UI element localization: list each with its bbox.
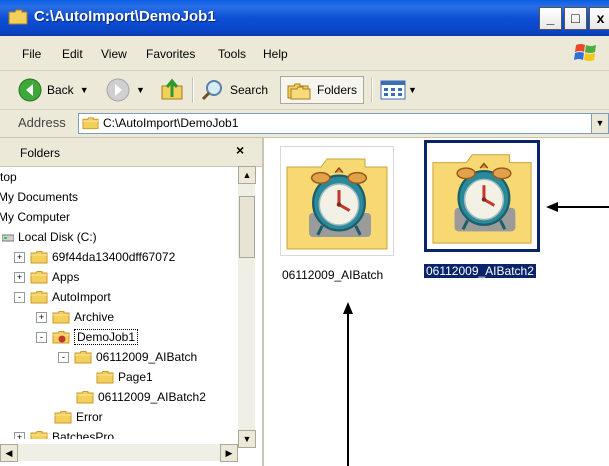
vertical-scrollbar[interactable]: ▲ ▼ — [238, 166, 256, 448]
window-title: C:\AutoImport\DemoJob1 — [34, 8, 216, 25]
collapse-icon[interactable]: - — [58, 351, 69, 363]
views-icon — [380, 80, 406, 100]
menu-bar: File Edit View Favorites Tools Help — [0, 36, 609, 71]
menu-favorites[interactable]: Favorites — [146, 47, 195, 61]
tree-item-apps[interactable]: + Apps — [14, 268, 79, 286]
scroll-right-icon[interactable]: ▶ — [220, 444, 238, 462]
folder-icon — [8, 9, 28, 25]
folder-icon — [30, 430, 48, 444]
forward-dropdown-icon[interactable]: ▼ — [136, 85, 145, 95]
folder-icon — [74, 350, 92, 364]
special-folder-icon — [52, 330, 70, 344]
windows-logo-icon — [574, 44, 596, 61]
expand-icon[interactable]: + — [14, 431, 25, 439]
folders-button[interactable]: Folders — [280, 76, 365, 104]
file-view: 06112009_AIBatch 06112009_AIBatch2 — [264, 138, 609, 466]
folders-label: Folders — [317, 83, 358, 97]
tree-item-69f44da13400dff67072[interactable]: + 69f44da13400dff67072 — [14, 248, 175, 266]
search-icon — [201, 80, 222, 101]
folders-pane-header: Folders × — [0, 138, 262, 167]
tree-item-my-computer[interactable]: My Computer — [0, 208, 70, 226]
tree-item-archive[interactable]: + Archive — [36, 308, 114, 326]
folder-icon — [30, 250, 48, 264]
expand-icon[interactable]: + — [14, 251, 25, 263]
tree-item-local-disk[interactable]: Local Disk (C:) — [2, 228, 97, 246]
scroll-up-icon[interactable]: ▲ — [238, 166, 256, 184]
up-button[interactable] — [160, 76, 184, 104]
scroll-left-icon[interactable]: ◀ — [0, 444, 18, 462]
address-value: C:\AutoImport\DemoJob1 — [103, 116, 239, 130]
folder-up-icon — [161, 78, 183, 100]
menu-file[interactable]: File — [22, 47, 41, 61]
tree-item-06112009-aibatch2[interactable]: 06112009_AIBatch2 — [76, 388, 206, 406]
folder-icon — [52, 310, 70, 324]
tree-item-autoimport[interactable]: - AutoImport — [14, 288, 111, 306]
scroll-down-icon[interactable]: ▼ — [238, 430, 256, 448]
tree-item-error[interactable]: Error — [54, 408, 103, 426]
views-dropdown-icon[interactable]: ▼ — [408, 85, 417, 95]
menu-edit[interactable]: Edit — [62, 47, 83, 61]
drive-icon — [2, 234, 14, 242]
scrollbar-thumb[interactable] — [239, 196, 255, 258]
search-label: Search — [230, 83, 269, 97]
address-label: Address — [18, 115, 66, 130]
title-bar[interactable]: C:\AutoImport\DemoJob1 _ □ x — [0, 0, 609, 36]
folder-icon — [76, 390, 94, 404]
folder-tree: top My Documents My Computer Local Disk … — [0, 166, 238, 462]
address-dropdown-icon[interactable]: ▼ — [591, 113, 609, 134]
expand-icon[interactable]: + — [14, 271, 25, 283]
folders-pane-title: Folders — [20, 146, 61, 160]
minimize-button[interactable]: _ — [539, 7, 562, 30]
tree-item-top[interactable]: top — [0, 168, 17, 186]
close-icon[interactable]: × — [236, 142, 244, 158]
maximize-button[interactable]: □ — [564, 7, 587, 30]
views-button[interactable]: ▼ — [380, 76, 417, 104]
back-label: Back — [47, 83, 74, 97]
tree-item-page1[interactable]: Page1 — [96, 368, 153, 386]
horizontal-scrollbar[interactable]: ◀ ▶ — [0, 444, 238, 462]
back-dropdown-icon[interactable]: ▼ — [80, 85, 89, 95]
folder-icon — [82, 116, 99, 130]
address-bar: Address C:\AutoImport\DemoJob1 ▼ — [0, 110, 609, 138]
menu-tools[interactable]: Tools — [218, 47, 246, 61]
tree-item-my-documents[interactable]: My Documents — [0, 188, 78, 206]
folder-icon — [30, 290, 48, 304]
tree-item-demojob1[interactable]: - DemoJob1 — [36, 328, 139, 346]
address-input[interactable]: C:\AutoImport\DemoJob1 ▼ — [78, 113, 609, 134]
back-arrow-icon — [18, 78, 42, 102]
folders-pane: Folders × top My Documents My Computer L… — [0, 138, 264, 466]
collapse-icon[interactable]: - — [36, 331, 47, 343]
toolbar: Back ▼ ▼ Search Folders ▼ — [0, 71, 609, 110]
search-button[interactable]: Search — [200, 76, 268, 104]
menu-view[interactable]: View — [101, 47, 127, 61]
expand-icon[interactable]: + — [36, 311, 47, 323]
folders-icon — [287, 83, 311, 100]
folder-icon — [30, 270, 48, 284]
menu-help[interactable]: Help — [263, 47, 288, 61]
annotation-arrows — [343, 202, 609, 466]
folder-icon — [54, 410, 72, 424]
folder-icon — [96, 370, 114, 384]
forward-arrow-icon — [106, 78, 130, 102]
close-button[interactable]: x — [589, 7, 609, 30]
tree-item-06112009-aibatch[interactable]: - 06112009_AIBatch — [58, 348, 197, 366]
back-button[interactable]: Back ▼ — [18, 76, 89, 104]
forward-button[interactable]: ▼ — [106, 76, 145, 104]
collapse-icon[interactable]: - — [14, 291, 25, 303]
